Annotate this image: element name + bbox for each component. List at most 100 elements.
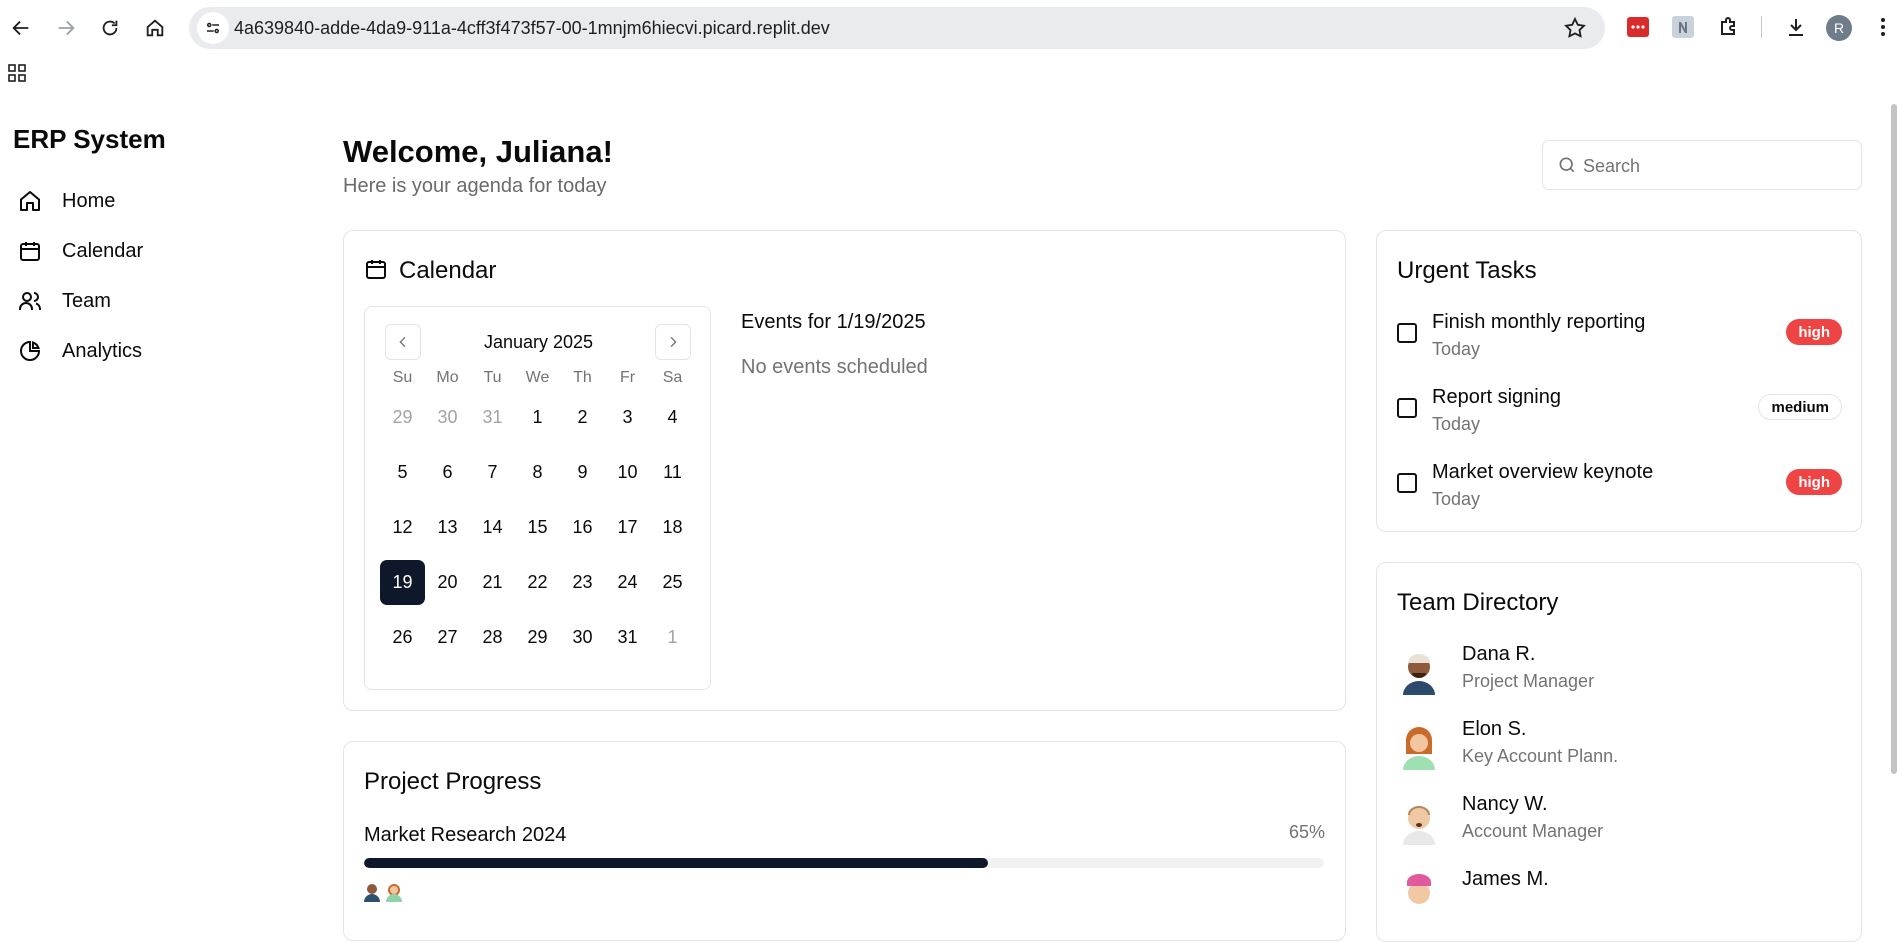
toolbar-divider xyxy=(1761,16,1762,38)
priority-badge: high xyxy=(1786,469,1842,495)
page-subtitle: Here is your agenda for today xyxy=(343,175,607,197)
team-member[interactable]: Elon S. Key Account Plann. xyxy=(1397,718,1842,778)
calendar-day[interactable]: 31 xyxy=(605,615,650,660)
home-button[interactable] xyxy=(139,12,171,44)
forward-button[interactable] xyxy=(50,12,82,44)
member-name: Nancy W. xyxy=(1462,793,1548,815)
calendar-day[interactable]: 26 xyxy=(380,615,425,660)
calendar-day[interactable]: 9 xyxy=(560,450,605,495)
task-name: Market overview keynote xyxy=(1432,461,1654,483)
calendar-day[interactable]: 30 xyxy=(560,615,605,660)
calendar-day[interactable]: 8 xyxy=(515,450,560,495)
calendar-day[interactable]: 11 xyxy=(650,450,695,495)
team-member[interactable]: Dana R. Project Manager xyxy=(1397,643,1842,703)
reload-button[interactable] xyxy=(94,12,126,44)
avatar xyxy=(1403,806,1435,845)
calendar-day[interactable]: 14 xyxy=(470,505,515,550)
search-box[interactable] xyxy=(1542,140,1862,190)
sidebar-item-home[interactable]: Home xyxy=(18,183,115,219)
apps-grid-icon[interactable] xyxy=(8,64,28,84)
member-avatar-small xyxy=(364,884,380,902)
calendar-day-selected[interactable]: 19 xyxy=(380,560,425,605)
urgent-tasks-card: Urgent Tasks Finish monthly reporting To… xyxy=(1376,230,1862,532)
extension-red-icon[interactable] xyxy=(1625,14,1651,40)
page-scrollbar[interactable] xyxy=(1891,104,1897,774)
calendar-day[interactable]: 6 xyxy=(425,450,470,495)
project-name: Market Research 2024 xyxy=(364,824,567,846)
browser-menu-icon[interactable] xyxy=(1870,14,1896,40)
avatar xyxy=(1403,727,1435,770)
calendar-day[interactable]: 1 xyxy=(515,395,560,440)
site-info-icon[interactable] xyxy=(197,12,229,44)
calendar-day[interactable]: 27 xyxy=(425,615,470,660)
address-bar[interactable]: 4a639840-adde-4da9-911a-4cff3f473f57-00-… xyxy=(189,7,1605,49)
profile-avatar[interactable]: R xyxy=(1826,15,1852,41)
calendar-day[interactable]: 22 xyxy=(515,560,560,605)
home-icon xyxy=(20,191,40,211)
pie-chart-icon xyxy=(20,340,41,361)
task-name: Report signing xyxy=(1432,386,1561,408)
calendar-day[interactable]: 12 xyxy=(380,505,425,550)
calendar-day[interactable]: 23 xyxy=(560,560,605,605)
team-member[interactable]: James M. xyxy=(1397,868,1842,928)
search-input[interactable] xyxy=(1583,151,1843,181)
sidebar-item-team[interactable]: Team xyxy=(18,283,111,319)
bookmark-star-icon[interactable] xyxy=(1563,16,1587,40)
calendar-day[interactable]: 16 xyxy=(560,505,605,550)
calendar-day[interactable]: 15 xyxy=(515,505,560,550)
sidebar-item-calendar[interactable]: Calendar xyxy=(18,233,143,269)
extensions-puzzle-icon[interactable] xyxy=(1716,14,1742,40)
calendar-day[interactable]: 30 xyxy=(425,395,470,440)
task-due: Today xyxy=(1432,489,1481,509)
calendar-day[interactable]: 29 xyxy=(380,395,425,440)
users-icon xyxy=(19,292,41,310)
calendar-day[interactable]: 3 xyxy=(605,395,650,440)
extension-n-icon[interactable] xyxy=(1670,14,1696,40)
browser-toolbar: 4a639840-adde-4da9-911a-4cff3f473f57-00-… xyxy=(0,0,1897,56)
next-month-button[interactable] xyxy=(655,324,691,360)
task-checkbox[interactable] xyxy=(1397,473,1417,493)
priority-badge: high xyxy=(1786,319,1842,345)
calendar-day[interactable]: 10 xyxy=(605,450,650,495)
calendar-day[interactable]: 1 xyxy=(650,615,695,660)
calendar-day[interactable]: 5 xyxy=(380,450,425,495)
calendar-day[interactable]: 17 xyxy=(605,505,650,550)
back-button[interactable] xyxy=(5,12,37,44)
member-role: Key Account Plann. xyxy=(1462,746,1619,766)
avatar xyxy=(1407,874,1431,904)
sidebar-item-label: Team xyxy=(62,289,111,312)
calendar-day[interactable]: 24 xyxy=(605,560,650,605)
task-due: Today xyxy=(1432,414,1481,434)
calendar-day[interactable]: 21 xyxy=(470,560,515,605)
calendar-day[interactable]: 31 xyxy=(470,395,515,440)
sidebar-item-label: Analytics xyxy=(62,339,143,362)
task-checkbox[interactable] xyxy=(1397,398,1417,418)
calendar-day[interactable]: 29 xyxy=(515,615,560,660)
calendar-day[interactable]: 18 xyxy=(650,505,695,550)
member-name: James M. xyxy=(1462,868,1549,890)
team-directory-title: Team Directory xyxy=(1397,589,1559,616)
team-member[interactable]: Nancy W. Account Manager xyxy=(1397,793,1842,853)
calendar-day[interactable]: 25 xyxy=(650,560,695,605)
project-progress-fill xyxy=(364,858,988,868)
member-role: Project Manager xyxy=(1462,671,1595,691)
calendar-day[interactable]: 2 xyxy=(560,395,605,440)
task-checkbox[interactable] xyxy=(1397,323,1417,343)
sidebar-item-analytics[interactable]: Analytics xyxy=(18,333,142,369)
calendar-icon xyxy=(366,260,386,279)
project-percent: 65% xyxy=(1288,822,1325,842)
member-name: Elon S. xyxy=(1462,718,1527,740)
sidebar-item-label: Calendar xyxy=(62,239,144,262)
calendar-day[interactable]: 13 xyxy=(425,505,470,550)
events-empty-message: No events scheduled xyxy=(741,356,928,378)
app-brand: ERP System xyxy=(13,124,166,154)
task-item: Report signing Today medium xyxy=(1397,386,1842,442)
downloads-icon[interactable] xyxy=(1783,14,1809,40)
calendar-day[interactable]: 7 xyxy=(470,450,515,495)
calendar-day[interactable]: 4 xyxy=(650,395,695,440)
calendar-day[interactable]: 28 xyxy=(470,615,515,660)
weekday-label: Fr xyxy=(619,369,636,386)
calendar-day[interactable]: 20 xyxy=(425,560,470,605)
calendar-icon xyxy=(20,242,40,261)
weekday-label: Tu xyxy=(483,369,502,386)
